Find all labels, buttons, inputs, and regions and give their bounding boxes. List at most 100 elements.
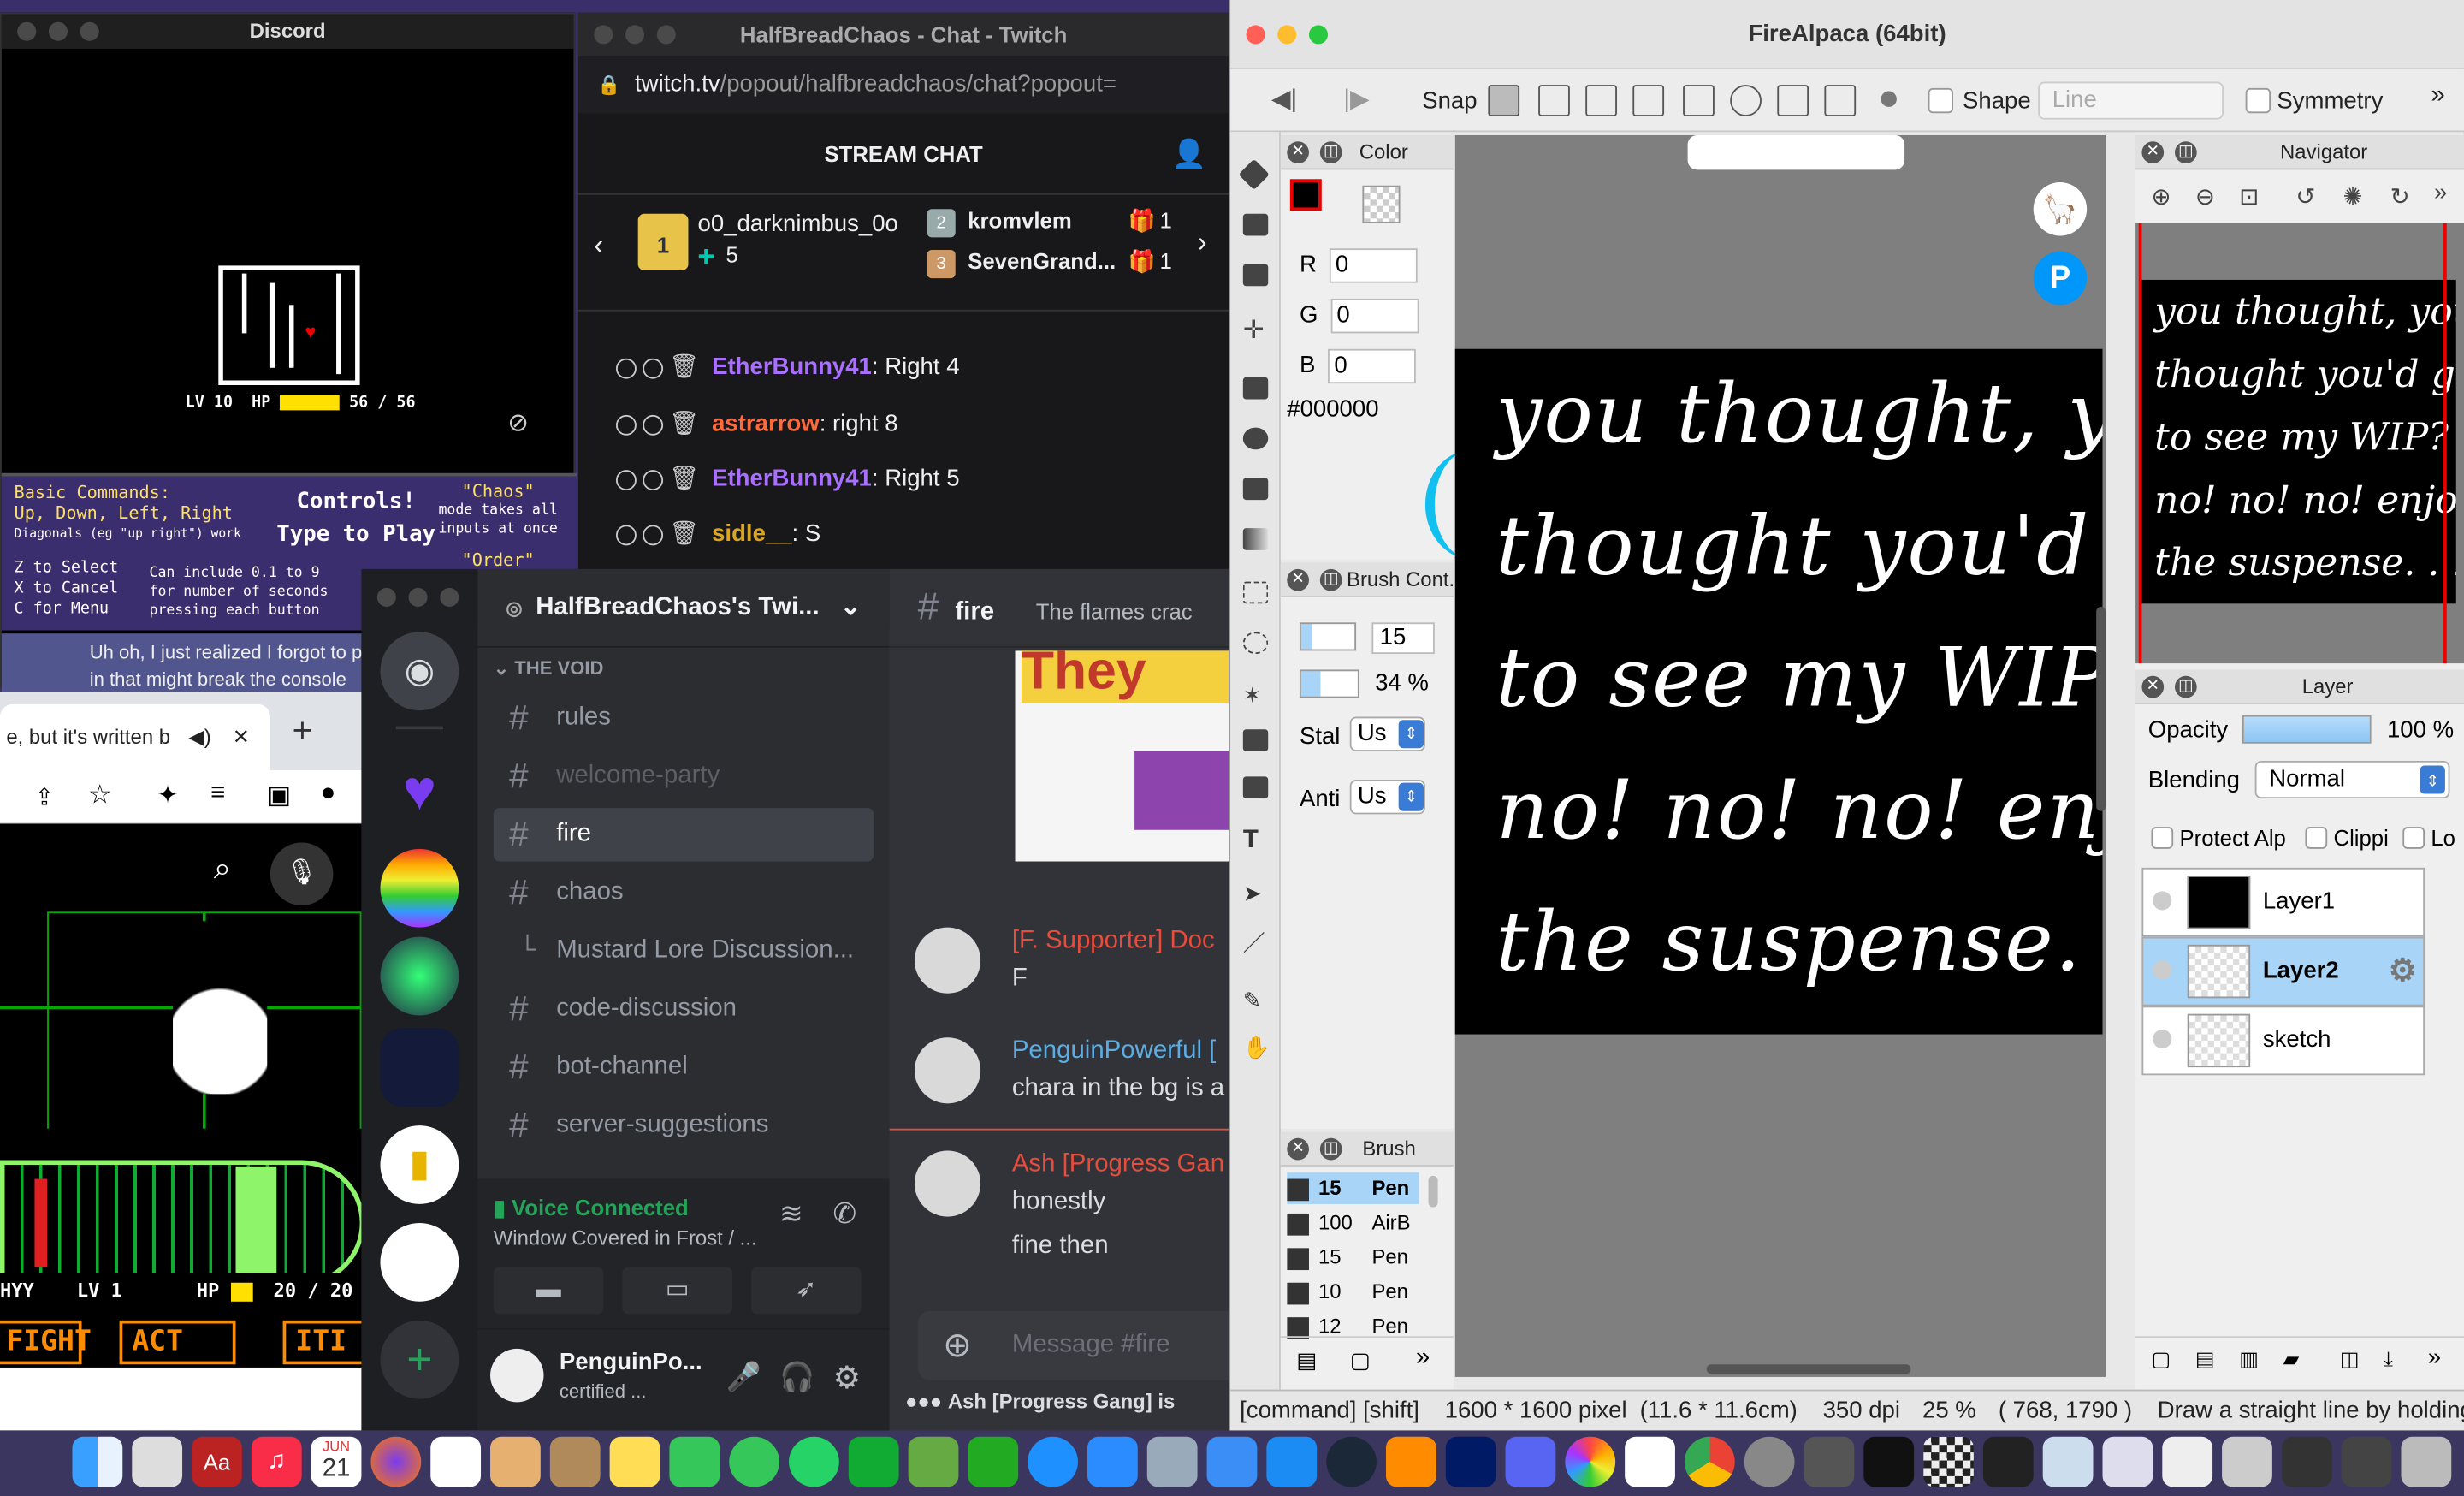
message-author[interactable]: [F. Supporter] Doc	[1012, 928, 1215, 956]
close-panel-icon[interactable]: ✕	[1287, 1137, 1309, 1161]
navigator-thumbnail[interactable]: you thought, you thought you'd get to see …	[2135, 223, 2464, 664]
brush-item[interactable]: 10 Pen	[1287, 1276, 1419, 1308]
channel-6[interactable]: # bot-channel	[494, 1041, 874, 1094]
duplicate-layer-icon[interactable]: ◫	[2340, 1347, 2360, 1372]
brush-item[interactable]: 100 AirB	[1287, 1208, 1419, 1239]
server-icon-lights[interactable]	[380, 936, 459, 1016]
app-icon-black[interactable]	[1863, 1436, 1915, 1487]
fight-button[interactable]: FIGHT	[0, 1320, 92, 1365]
new-8bit-layer-icon[interactable]: ▤	[2195, 1347, 2215, 1372]
trash-icon[interactable]	[2401, 1436, 2452, 1487]
select-eraser-icon[interactable]	[1242, 776, 1269, 799]
layer-row[interactable]: sketch	[2141, 1006, 2426, 1076]
discord-home-icon[interactable]: ◉	[380, 632, 459, 711]
gradient-tool-icon[interactable]	[1242, 528, 1269, 550]
contacts-icon[interactable]	[549, 1436, 601, 1487]
channel-1[interactable]: # welcome-party	[494, 750, 874, 803]
snap-dot-icon[interactable]	[1881, 91, 1897, 107]
mail-icon[interactable]	[1206, 1436, 1258, 1487]
pencil-app-icon[interactable]	[1087, 1436, 1138, 1487]
float-panel-icon[interactable]: ◫	[2174, 141, 2197, 164]
headphones-app-icon[interactable]	[1385, 1436, 1436, 1487]
profile-icon[interactable]: ●	[321, 780, 336, 808]
canvas-area[interactable]: 🦙 P you thought, you thought you'd get to …	[1454, 134, 2106, 1377]
symmetry-checkbox[interactable]	[2245, 87, 2272, 114]
reset-rotation-icon[interactable]: ✺	[2343, 182, 2363, 211]
navigator-more-icon[interactable]: »	[2434, 179, 2447, 205]
layer-visibility-icon[interactable]	[2153, 891, 2172, 911]
gifter-3[interactable]: 3 SevenGrand... 🎁 1	[927, 248, 1194, 286]
notes-icon[interactable]	[609, 1436, 660, 1487]
brush-item[interactable]: 15 Pen	[1287, 1172, 1419, 1204]
close-panel-icon[interactable]: ✕	[2141, 141, 2165, 164]
float-panel-icon[interactable]: ◫	[1319, 1137, 1342, 1161]
channel-7[interactable]: # server-suggestions	[494, 1099, 874, 1152]
community-icon[interactable]: 👤	[1171, 113, 1206, 195]
delete-icon[interactable]: 🗑	[669, 466, 699, 492]
timeout-icon[interactable]	[643, 357, 664, 378]
browser-tab[interactable]: e, but it's written b ◀) ✕	[0, 703, 270, 770]
playlist-icon[interactable]: ≡	[210, 780, 225, 808]
font-book-icon[interactable]	[2222, 1436, 2272, 1487]
comic-image[interactable]: They	[1015, 650, 1229, 862]
screenshare-icon[interactable]: ▭	[622, 1267, 732, 1315]
close-panel-icon[interactable]: ✕	[2141, 675, 2165, 698]
chat-username[interactable]: astrarrow	[712, 410, 820, 436]
minimize-window-button[interactable]	[1277, 25, 1297, 45]
steam-icon[interactable]	[1326, 1436, 1377, 1487]
app-icon-dark2[interactable]	[2281, 1436, 2332, 1487]
save-brush-icon[interactable]: ▤	[1296, 1347, 1317, 1374]
app-icon-gray[interactable]	[1804, 1436, 1855, 1487]
layer-row[interactable]: Layer2 ⚙	[2141, 936, 2426, 1006]
roblox-icon[interactable]	[2162, 1436, 2213, 1487]
layer-settings-gear-icon[interactable]: ⚙	[2389, 939, 2417, 1005]
hand-tool-icon[interactable]: ✋	[1243, 1035, 1270, 1060]
new-1bit-layer-icon[interactable]: ▥	[2239, 1347, 2259, 1372]
minecraft-icon[interactable]	[908, 1436, 959, 1487]
magic-wand-icon[interactable]: ✶	[1243, 682, 1268, 707]
lasso-fill-icon[interactable]	[1242, 427, 1269, 450]
ban-icon[interactable]	[615, 524, 637, 545]
server-icon-mustard[interactable]: ▮	[380, 1125, 459, 1204]
clipping-checkbox[interactable]	[2305, 827, 2328, 849]
channel-3[interactable]: # chaos	[494, 866, 874, 919]
mic-icon[interactable]: 🎙	[270, 842, 334, 905]
eyedropper-icon[interactable]: ✎	[1243, 987, 1268, 1012]
timeout-icon[interactable]	[643, 524, 664, 545]
message-avatar[interactable]	[914, 1150, 981, 1217]
discord-dock-icon[interactable]	[1505, 1436, 1556, 1487]
new-folder-icon[interactable]: ▰	[2283, 1347, 2299, 1372]
move-tool-icon[interactable]: ✛	[1243, 318, 1268, 343]
prev-arrow-icon[interactable]: ‹	[594, 229, 603, 263]
share-icon[interactable]: ⇪	[34, 783, 54, 811]
prev-icon[interactable]: ◀|	[1271, 83, 1297, 115]
channel-2[interactable]: # fire	[493, 808, 874, 862]
snap-grid-icon[interactable]	[1585, 85, 1617, 116]
bucket-tool-icon[interactable]	[1242, 478, 1269, 501]
channel-0[interactable]: # rules	[494, 692, 874, 745]
divide-tool-icon[interactable]: ／	[1243, 928, 1268, 955]
delete-icon[interactable]: 🗑	[669, 520, 699, 547]
merge-down-icon[interactable]: ⤓	[2384, 1347, 2393, 1372]
server-icon-rainbow[interactable]	[380, 848, 459, 928]
layer-row[interactable]: Layer1	[2141, 867, 2426, 937]
float-panel-icon[interactable]: ◫	[1319, 141, 1342, 164]
snap-off-icon[interactable]	[1488, 85, 1520, 116]
ban-icon[interactable]	[615, 414, 637, 435]
close-panel-icon[interactable]: ✕	[1287, 141, 1309, 164]
gifter-1[interactable]: 1 o0_darknimbus_0o ✚ 5	[637, 207, 921, 295]
chat-username[interactable]: EtherBunny41	[712, 353, 872, 380]
server-icon-heart[interactable]: ♥	[380, 751, 459, 830]
layer-visibility-icon[interactable]	[2153, 1030, 2172, 1049]
vertical-scrollbar[interactable]	[2096, 606, 2106, 811]
reminders-icon[interactable]	[1625, 1436, 1675, 1487]
snap-parallel-icon[interactable]	[1538, 85, 1570, 116]
photos-icon[interactable]	[1565, 1436, 1616, 1487]
add-attachment-icon[interactable]: ⊕	[943, 1311, 972, 1380]
message-avatar[interactable]	[914, 927, 981, 994]
brush-item[interactable]: 15 Pen	[1287, 1242, 1419, 1273]
brush-tool-icon[interactable]	[1238, 158, 1270, 191]
chicken-app-icon[interactable]	[490, 1436, 541, 1487]
chat-username[interactable]: EtherBunny41	[712, 466, 872, 492]
next-arrow-icon[interactable]: ›	[1198, 226, 1207, 259]
